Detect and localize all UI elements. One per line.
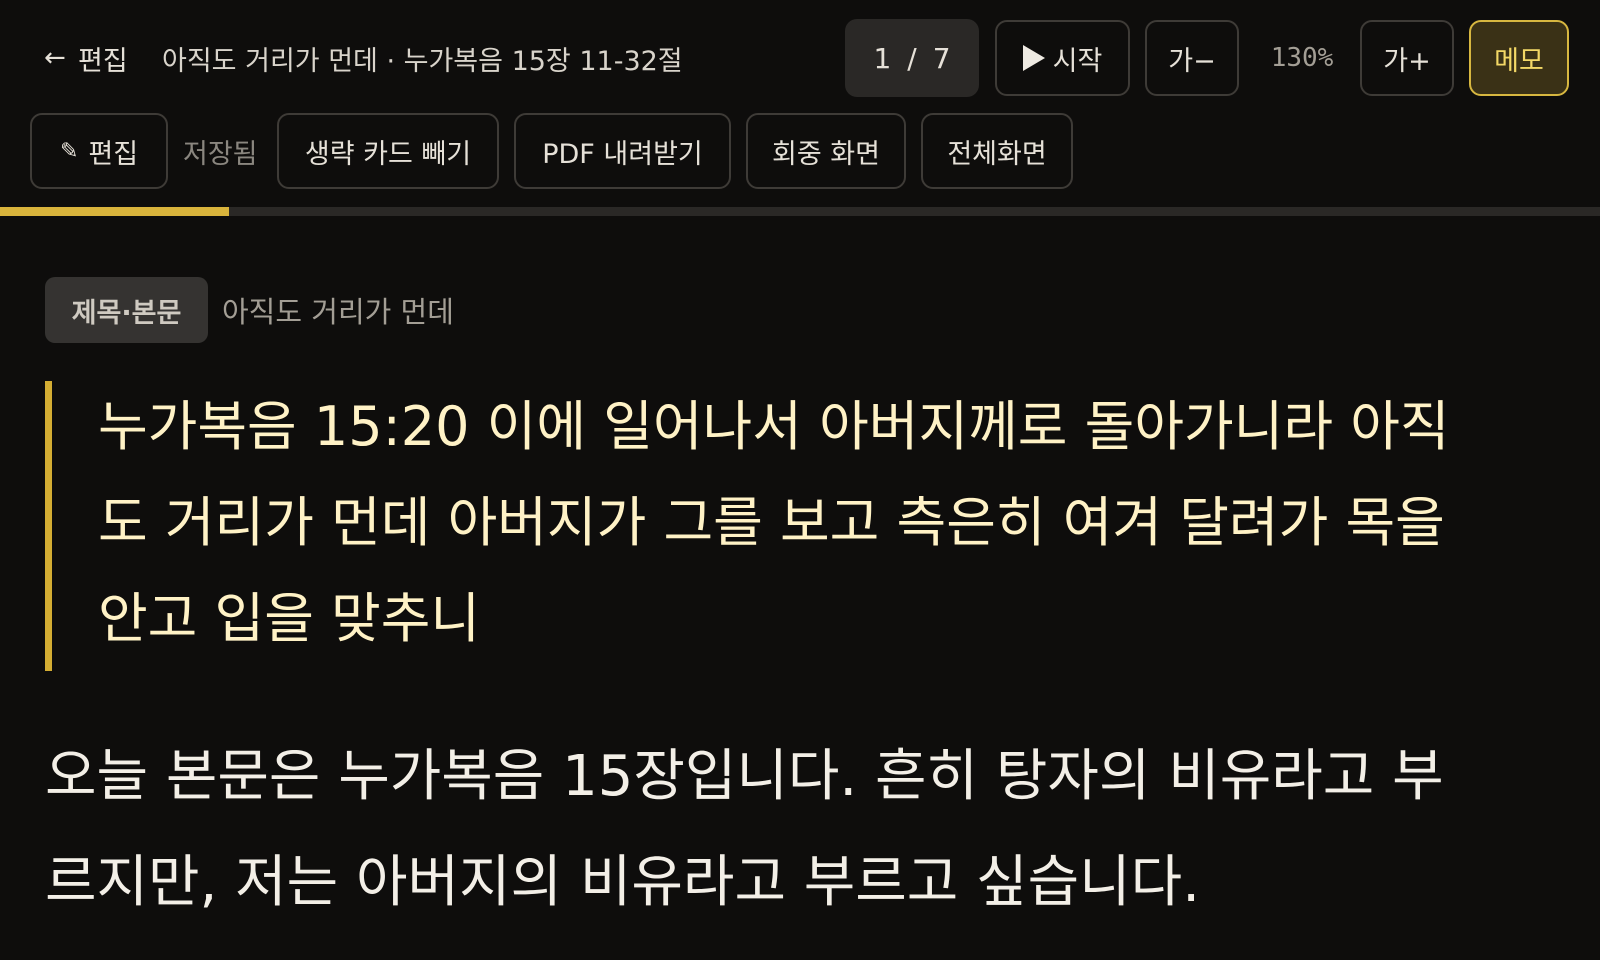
progress-track [0, 207, 1600, 216]
download-pdf-button[interactable]: PDF 내려받기 [514, 113, 731, 189]
edit-label: 편집 [88, 138, 139, 170]
start-label: 시작 [1052, 45, 1103, 77]
page-separator: / [907, 41, 917, 75]
start-button[interactable]: 시작 [995, 20, 1130, 96]
sermon-body-text: 오늘 본문은 누가복음 15장입니다. 흔히 탕자의 비유라고 부르지만, 저는… [45, 744, 1444, 915]
progress-fill [0, 207, 229, 216]
section-type-badge: 제목·본문 [45, 277, 208, 343]
page-total: 7 [932, 41, 951, 75]
fullscreen-button[interactable]: 전체화면 [921, 113, 1073, 189]
pencil-icon: ✎ [59, 138, 79, 164]
font-increase-button[interactable]: 가+ [1360, 20, 1454, 96]
scripture-quote: 누가복음 15:20 이에 일어나서 아버지께로 돌아가니라 아직도 거리가 먼… [45, 381, 1465, 671]
scripture-text: 누가복음 15:20 이에 일어나서 아버지께로 돌아가니라 아직도 거리가 먼… [98, 395, 1450, 650]
saved-status: 저장됨 [183, 138, 258, 170]
memo-button[interactable]: 메모 [1469, 20, 1569, 96]
section-title: 아직도 거리가 먼데 [222, 295, 454, 329]
exclude-skipped-cards-button[interactable]: 생략 카드 빼기 [277, 113, 499, 189]
arrow-left-icon: ← [44, 43, 66, 73]
page-indicator: 1 / 7 [845, 19, 979, 97]
back-to-edit-link[interactable]: ← 편집 [44, 38, 128, 78]
font-decrease-button[interactable]: 가− [1145, 20, 1239, 96]
edit-button[interactable]: ✎ 편집 [30, 113, 168, 189]
play-icon [1022, 45, 1045, 71]
top-bar: ← 편집 아직도 거리가 먼데 · 누가복음 15장 11-32절 1 / 7 … [0, 0, 1600, 110]
zoom-level: 130% [1270, 43, 1334, 73]
document-title: 아직도 거리가 먼데 · 누가복음 15장 11-32절 [162, 45, 683, 77]
back-label: 편집 [78, 45, 128, 77]
audience-screen-button[interactable]: 회중 화면 [746, 113, 906, 189]
page-current: 1 [873, 41, 892, 75]
